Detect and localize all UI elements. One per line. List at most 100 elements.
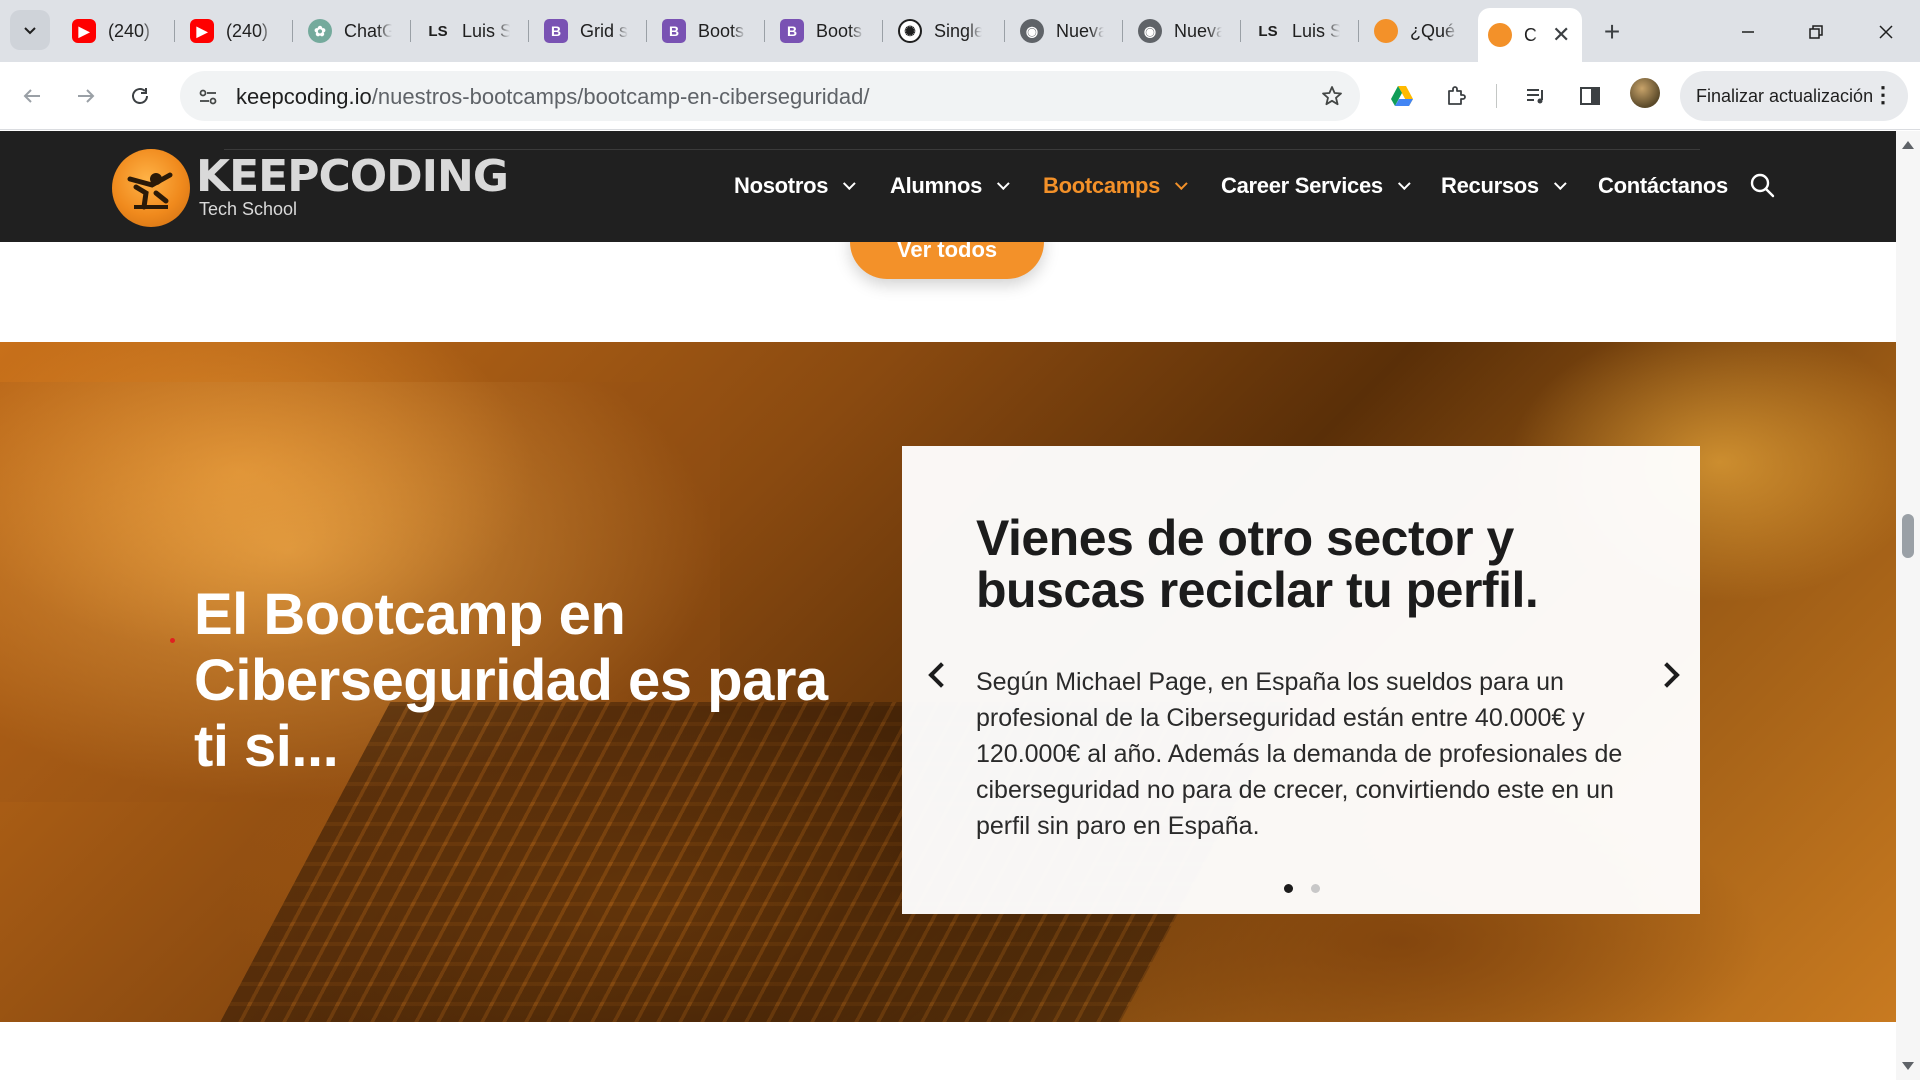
nav-label: Recursos	[1441, 173, 1539, 198]
nav-item-career-services[interactable]: Career Services	[1221, 171, 1411, 201]
nav-label: Contáctanos	[1598, 173, 1728, 198]
site-info-icon[interactable]	[194, 83, 222, 111]
browser-tab[interactable]: ▶ (240)	[62, 8, 172, 54]
nav-label: Alumnos	[890, 173, 983, 198]
chevron-down-icon	[24, 27, 36, 35]
nav-label: Bootcamps	[1043, 173, 1161, 198]
browser-tab[interactable]: ¿Qué	[1364, 8, 1476, 54]
url-path: /nuestros-bootcamps/bootcamp-en-ciberseg…	[371, 84, 870, 109]
chrome-icon: ◉	[1138, 19, 1162, 43]
keepcoding-icon	[1488, 23, 1512, 47]
youtube-icon: ▶	[190, 19, 214, 43]
scroll-up-arrow-icon[interactable]	[1902, 141, 1914, 149]
restore-icon	[1809, 25, 1823, 39]
forward-button[interactable]	[68, 78, 104, 114]
google-drive-extension[interactable]	[1384, 78, 1420, 114]
update-button[interactable]: Finalizar actualización ⋮	[1680, 71, 1908, 121]
ls-logo-icon: LS	[428, 22, 448, 40]
carousel-dot[interactable]	[1311, 884, 1320, 893]
browser-tab[interactable]: ◉ Nueva	[1010, 8, 1120, 54]
profile-avatar[interactable]	[1630, 78, 1660, 108]
media-controls-button[interactable]	[1518, 78, 1554, 114]
chrome-icon: ◉	[1020, 19, 1044, 43]
browser-tab[interactable]: B Grid s	[534, 8, 644, 54]
keepcoding-icon	[1374, 19, 1398, 43]
carousel-dot-active[interactable]	[1284, 884, 1293, 893]
hero-decoration-dot	[170, 638, 175, 643]
extensions-button[interactable]	[1438, 78, 1474, 114]
hero-section: El Bootcamp en Ciberseguridad es para ti…	[0, 342, 1896, 1022]
new-tab-button[interactable]: +	[1594, 14, 1630, 50]
chevron-down-icon	[1397, 176, 1411, 190]
page-viewport: KEEPCODING Tech School Nosotros Alumnos …	[0, 131, 1896, 1080]
browser-tab[interactable]: LS Luis S	[1246, 8, 1356, 54]
scrollbar-thumb[interactable]	[1902, 514, 1914, 558]
nav-item-contactanos[interactable]: Contáctanos	[1598, 171, 1728, 201]
site-logo-text[interactable]: KEEPCODING	[196, 151, 509, 202]
toolbar-divider	[1496, 84, 1497, 108]
carousel-next-arrow-icon[interactable]	[1656, 658, 1684, 692]
carousel-dots	[1284, 884, 1320, 893]
ls-logo-icon: LS	[1258, 22, 1278, 40]
hero-title: El Bootcamp en Ciberseguridad es para ti…	[194, 582, 828, 779]
chatgpt-icon: ✿	[308, 19, 332, 43]
browser-tab[interactable]: LS Luis S	[416, 8, 526, 54]
browser-tab-active[interactable]: C ✕	[1478, 8, 1582, 62]
browser-tab[interactable]: ✺ Single	[888, 8, 1002, 54]
playlist-icon	[1527, 89, 1543, 104]
bootstrap-icon: B	[662, 19, 686, 43]
side-panel-button[interactable]	[1572, 78, 1608, 114]
nav-label: Career Services	[1221, 173, 1383, 198]
browser-tab[interactable]: ✿ ChatG	[298, 8, 408, 54]
page-scrollbar[interactable]	[1896, 131, 1920, 1080]
scroll-down-arrow-icon[interactable]	[1902, 1062, 1914, 1070]
bootstrap-icon: B	[544, 19, 568, 43]
update-button-label: Finalizar actualización	[1696, 85, 1874, 106]
arrow-left-icon	[23, 89, 40, 103]
site-logo-tagline: Tech School	[199, 199, 298, 219]
testimonial-card: Vienes de otro sector y buscas reciclar …	[902, 446, 1700, 914]
nav-item-alumnos[interactable]: Alumnos	[890, 171, 1010, 201]
carousel-prev-arrow-icon[interactable]	[924, 658, 952, 692]
nav-item-bootcamps[interactable]: Bootcamps	[1043, 171, 1188, 201]
youtube-icon: ▶	[72, 19, 96, 43]
arrow-right-icon	[78, 89, 95, 103]
minimize-icon	[1742, 31, 1754, 33]
puzzle-icon	[1448, 86, 1466, 105]
chevron-down-icon	[843, 176, 856, 190]
close-window-button[interactable]	[1866, 12, 1906, 52]
reload-button[interactable]	[122, 78, 158, 114]
more-options-icon: ⋮	[1872, 82, 1894, 107]
browser-toolbar: keepcoding.io/nuestros-bootcamps/bootcam…	[0, 62, 1920, 130]
address-bar[interactable]: keepcoding.io/nuestros-bootcamps/bootcam…	[180, 71, 1360, 121]
bootstrap-icon: B	[780, 19, 804, 43]
nav-item-recursos[interactable]: Recursos	[1441, 171, 1567, 201]
nav-label: Nosotros	[734, 173, 829, 198]
back-button[interactable]	[14, 78, 50, 114]
browser-tab[interactable]: ▶ (240)	[180, 8, 290, 54]
browser-tab[interactable]: ◉ Nueva	[1128, 8, 1238, 54]
google-drive-icon	[1391, 86, 1413, 106]
restore-button[interactable]	[1796, 12, 1836, 52]
tab-search-button[interactable]	[10, 10, 50, 50]
card-text: Según Michael Page, en España los sueldo…	[976, 668, 1623, 840]
minimize-button[interactable]	[1728, 12, 1768, 52]
header-divider	[224, 149, 1700, 150]
chevron-down-icon	[996, 176, 1010, 190]
nav-item-nosotros[interactable]: Nosotros	[734, 171, 856, 201]
url-text[interactable]: keepcoding.io/nuestros-bootcamps/bootcam…	[236, 84, 870, 110]
openai-icon: ✺	[898, 19, 922, 43]
close-tab-icon[interactable]: ✕	[1552, 22, 1570, 48]
side-panel-icon	[1580, 87, 1600, 105]
card-title: Vienes de otro sector y buscas reciclar …	[976, 510, 1539, 618]
browser-tab-strip: ▶ (240) ▶ (240) ✿ ChatG LS Luis S B Grid…	[0, 0, 1920, 62]
keepcoding-logo-icon[interactable]	[112, 149, 190, 227]
browser-tab[interactable]: B Boots	[652, 8, 762, 54]
search-icon[interactable]	[1748, 171, 1776, 199]
bookmark-star-icon[interactable]	[1318, 82, 1346, 110]
url-host: keepcoding.io	[236, 84, 372, 109]
reload-icon	[132, 88, 148, 104]
browser-tab[interactable]: B Boots	[770, 8, 880, 54]
chevron-down-icon	[1553, 176, 1567, 190]
close-icon	[1879, 25, 1893, 39]
